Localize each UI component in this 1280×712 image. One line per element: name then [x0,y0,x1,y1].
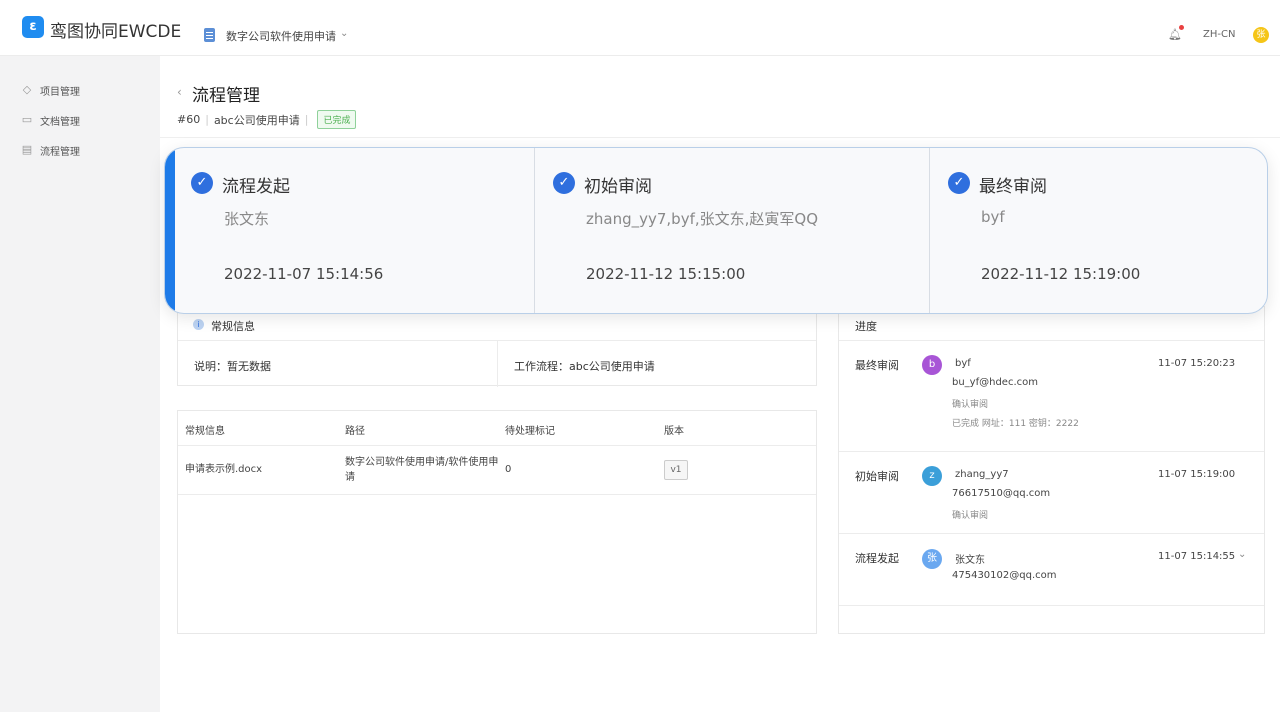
step-participants: byf [981,208,1005,226]
sidebar: ◇ 项目管理 ▭ 文档管理 ▤ 流程管理 [0,56,160,712]
info-icon: i [193,319,204,330]
language-switch[interactable]: ZH-CN [1203,29,1235,40]
column-header: 版本 [664,426,684,437]
reviewer-name: 张文东 [955,555,985,566]
step-time: 2022-11-07 15:14:56 [224,265,384,283]
request-meta: #60 | abc公司使用申请 | 已完成 [177,110,357,129]
review-action: 确认审阅 [952,511,989,521]
progress-step-label: 流程发起 [855,552,899,565]
check-circle-icon: ✓ [553,172,575,194]
divider [178,445,816,446]
check-circle-icon: ✓ [191,172,213,194]
check-circle-icon: ✓ [948,172,970,194]
review-time: 11-07 15:20:23 [1158,358,1236,369]
avatar: 张 [922,549,942,569]
general-info-card: i 常规信息 说明：暂无数据 工作流程：abc公司使用申请 [177,306,817,387]
divider [839,605,1264,606]
divider [839,451,1264,452]
sidebar-item-processes[interactable]: ▤ 流程管理 [20,142,80,158]
sidebar-item-label: 项目管理 [40,86,80,98]
card-title: 进度 [855,320,877,333]
workflow-stepper: ✓ 流程发起 张文东 2022-11-07 15:14:56 ✓ 初始审阅 zh… [164,147,1268,314]
card-title: 常规信息 [211,320,255,333]
avatar: z [922,466,942,486]
sidebar-item-documents[interactable]: ▭ 文档管理 [20,112,80,128]
description-field: 说明：暂无数据 [194,360,271,373]
top-bar: ε 鸾图协同EWCDE 数字公司软件使用申请 ⌄ 🔔︎ ZH-CN 张 [0,0,1280,56]
sidebar-item-projects[interactable]: ◇ 项目管理 [20,82,80,98]
step-title: 初始审阅 [584,177,652,197]
review-time: 11-07 15:14:55 [1158,551,1236,562]
review-comment: 已完成 网址：111 密钥：2222 [952,419,1079,429]
app-title[interactable]: 鸾图协同EWCDE [50,17,181,42]
stepper-accent-bar [165,148,175,313]
progress-step-label: 初始审阅 [855,470,899,483]
column-header: 常规信息 [185,426,225,437]
workflow-field: 工作流程：abc公司使用申请 [514,360,655,373]
project-selector[interactable]: 数字公司软件使用申请 [226,28,336,44]
divider [178,494,816,495]
app-logo-icon[interactable]: ε [22,16,44,38]
reviewer-email: 76617510@qq.com [952,488,1051,499]
file-table: 常规信息 路径 待处理标记 版本 申请表示例.docx 数字公司软件使用申请/软… [177,410,817,634]
avatar: b [922,355,942,375]
reviewer-email: bu_yf@hdec.com [952,377,1038,388]
bell-icon[interactable]: 🔔︎ [1168,28,1182,41]
step-participants: 张文东 [224,210,270,228]
chevron-down-icon[interactable]: ⌄ [340,28,348,39]
reviewer-name: zhang_yy7 [955,469,1009,480]
separator: | [304,113,309,126]
progress-panel: 进度 最终审阅 b byf bu_yf@hdec.com 确认审阅 已完成 网址… [838,306,1265,634]
user-avatar[interactable]: 张 [1253,27,1269,43]
page-title: 流程管理 [192,86,260,106]
reviewer-email: 475430102@qq.com [952,570,1057,581]
version-badge[interactable]: v1 [664,460,688,480]
column-header: 路径 [345,426,365,437]
process-icon: ▤ [21,143,33,156]
step-title: 最终审阅 [979,177,1047,197]
pending-count: 0 [505,464,512,475]
status-badge: 已完成 [317,110,357,129]
layers-icon: ◇ [22,83,32,96]
divider [839,533,1264,534]
path-line: 请 [345,472,355,483]
divider [839,340,1264,341]
sidebar-item-label: 文档管理 [40,116,80,128]
folder-icon: ▭ [21,113,33,126]
separator: | [205,113,209,126]
divider [929,148,930,313]
document-icon [204,28,215,42]
file-name-link[interactable]: 申请表示例.docx [185,462,262,477]
back-arrow-icon[interactable]: ‹ [177,85,182,99]
column-header: 待处理标记 [505,426,555,437]
progress-step-label: 最终审阅 [855,359,899,372]
step-title: 流程发起 [222,177,290,197]
notification-dot [1179,25,1184,30]
divider [534,148,535,313]
review-time: 11-07 15:19:00 [1158,469,1236,480]
reviewer-name: byf [955,358,971,369]
divider [160,137,1280,138]
request-name: abc公司使用申请 [213,113,300,127]
step-time: 2022-11-12 15:19:00 [981,265,1141,283]
chevron-down-icon[interactable]: ⌄ [1238,549,1246,560]
path-line: 数字公司软件使用申请/软件使用申 [345,457,499,468]
file-path: 数字公司软件使用申请/软件使用申 请 [345,455,498,485]
review-action: 确认审阅 [952,400,989,410]
divider [497,341,498,387]
sidebar-item-label: 流程管理 [40,146,80,158]
step-time: 2022-11-12 15:15:00 [586,265,746,283]
request-id: #60 [177,113,201,126]
step-participants: zhang_yy7,byf,张文东,赵寅军QQ [586,210,818,228]
